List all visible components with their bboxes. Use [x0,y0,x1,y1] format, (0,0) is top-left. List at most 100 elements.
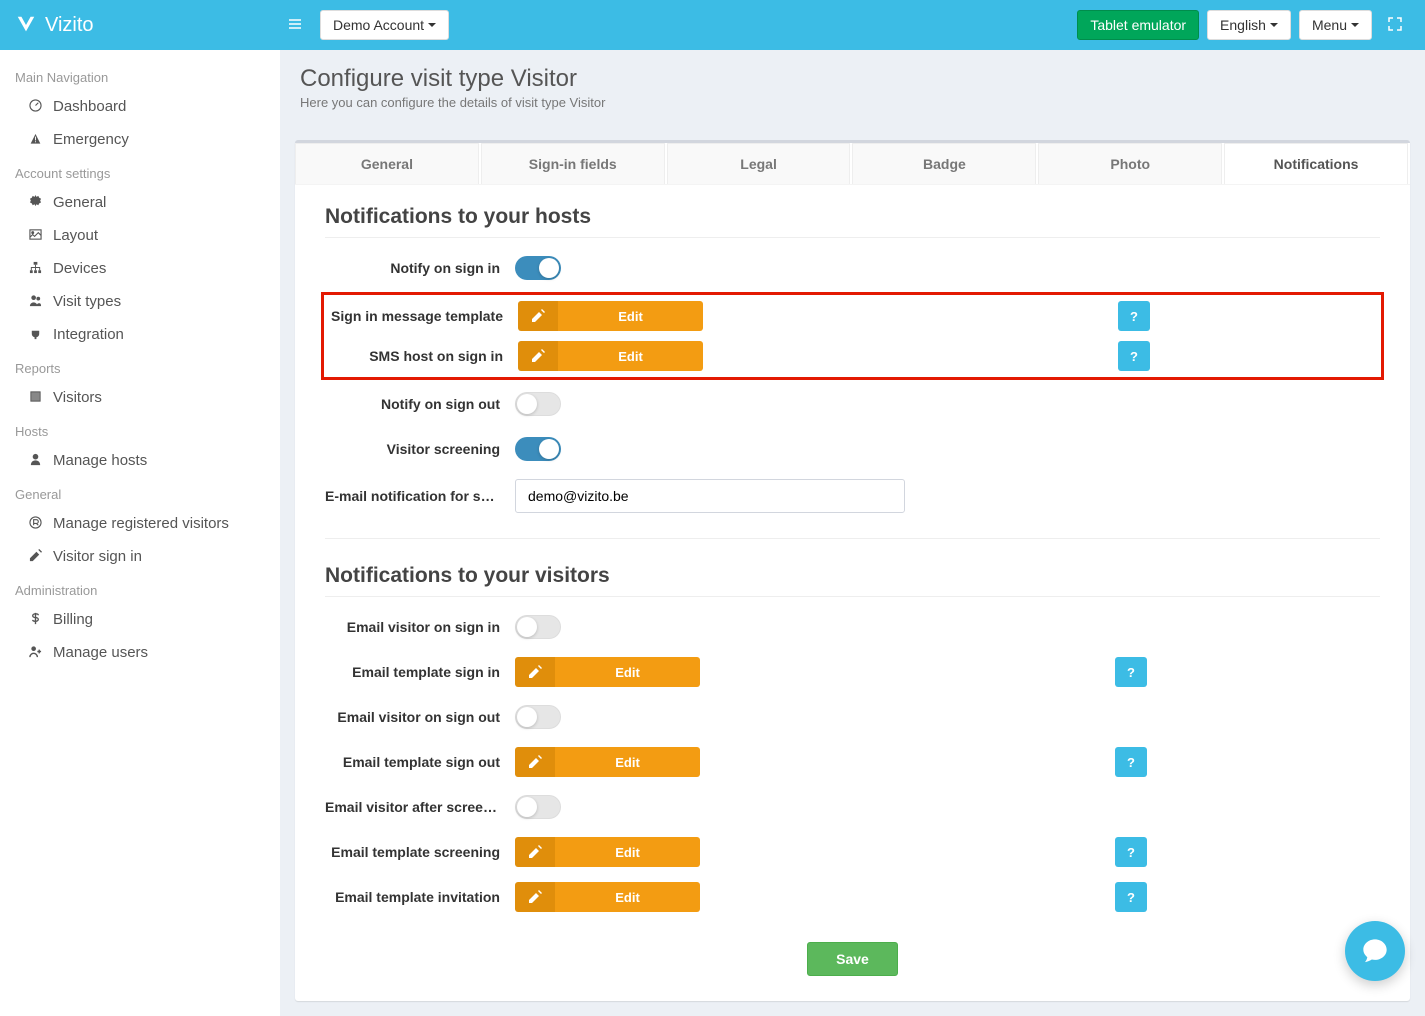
row-email-visitor-signout: Email visitor on sign out [325,702,1380,732]
sidebar-item-label: Dashboard [53,98,126,115]
tab-sign-in-fields[interactable]: Sign-in fields [481,143,665,184]
sidebar-item-label: General [53,194,106,211]
account-dropdown[interactable]: Demo Account [320,10,449,40]
registered-icon [25,516,45,532]
nav-header: Administration [0,573,280,603]
book-icon [25,390,45,406]
row-email-screening: E-mail notification for screen… [325,479,1380,513]
sidebar-item-visit-types[interactable]: Visit types [0,285,280,318]
edit-sms-host-button[interactable]: Edit [518,341,703,371]
expand-icon[interactable] [1380,9,1410,42]
edit-template-invitation-button[interactable]: Edit [515,882,700,912]
brand-text: Vizito [45,14,94,37]
sidebar-item-label: Visitors [53,389,102,406]
chat-icon [1361,937,1389,965]
chat-widget[interactable] [1345,921,1405,981]
row-email-visitor-signin: Email visitor on sign in [325,612,1380,642]
page-title: Configure visit type Visitor [300,65,1405,93]
nav-header: Hosts [0,414,280,444]
hamburger-icon[interactable] [280,9,310,42]
sidebar-item-manage-users[interactable]: Manage users [0,636,280,669]
tab-general[interactable]: General [295,143,479,184]
toggle-email-after-screening[interactable] [515,795,561,819]
sidebar-item-label: Layout [53,227,98,244]
edit-template-signin-button[interactable]: Edit [515,657,700,687]
sidebar-item-general[interactable]: General [0,186,280,219]
user-icon [25,453,45,469]
edit-template-screening-button[interactable]: Edit [515,837,700,867]
pencil-square-icon [515,747,555,777]
dashboard-icon [25,99,45,115]
row-template-invitation: Email template invitation Edit ? [325,882,1380,912]
row-notify-signout: Notify on sign out [325,389,1380,419]
sidebar-item-label: Visitor sign in [53,548,142,565]
tabs: GeneralSign-in fieldsLegalBadgePhotoNoti… [295,143,1410,185]
save-button[interactable]: Save [807,942,898,976]
toggle-notify-signin[interactable] [515,256,561,280]
sidebar-item-label: Manage registered visitors [53,515,229,532]
toggle-email-visitor-signout[interactable] [515,705,561,729]
sidebar-item-label: Integration [53,326,124,343]
edit-signin-template-button[interactable]: Edit [518,301,703,331]
sidebar-item-billing[interactable]: Billing [0,603,280,636]
warning-icon [25,132,45,148]
pencil-square-icon [515,657,555,687]
tab-badge[interactable]: Badge [852,143,1036,184]
topbar: Vizito Demo Account Tablet emulator Engl… [0,0,1425,50]
row-signin-template: Sign in message template Edit ? [328,301,1377,331]
sidebar-item-visitors[interactable]: Visitors [0,381,280,414]
menu-dropdown[interactable]: Menu [1299,10,1372,40]
sidebar-item-layout[interactable]: Layout [0,219,280,252]
highlighted-rows: Sign in message template Edit ? SMS host… [321,292,1384,380]
nav-header: Reports [0,351,280,381]
email-screening-input[interactable] [515,479,905,513]
language-dropdown[interactable]: English [1207,10,1291,40]
sitemap-icon [25,261,45,277]
edit-template-signout-button[interactable]: Edit [515,747,700,777]
row-notify-signin: Notify on sign in [325,253,1380,283]
sidebar-item-devices[interactable]: Devices [0,252,280,285]
user-plus-icon [25,645,45,661]
sidebar-item-label: Visit types [53,293,121,310]
sidebar-item-dashboard[interactable]: Dashboard [0,90,280,123]
help-button[interactable]: ? [1118,341,1150,371]
pencil-square-icon [515,837,555,867]
sidebar-item-label: Emergency [53,131,129,148]
sidebar-item-manage-registered-visitors[interactable]: Manage registered visitors [0,507,280,540]
toggle-email-visitor-signin[interactable] [515,615,561,639]
row-sms-host: SMS host on sign in Edit ? [328,341,1377,371]
pencil-icon [25,549,45,565]
toggle-notify-signout[interactable] [515,392,561,416]
help-button[interactable]: ? [1115,747,1147,777]
row-visitor-screening: Visitor screening [325,434,1380,464]
tab-notifications[interactable]: Notifications [1224,143,1408,184]
sidebar-item-visitor-sign-in[interactable]: Visitor sign in [0,540,280,573]
toggle-visitor-screening[interactable] [515,437,561,461]
help-button[interactable]: ? [1115,882,1147,912]
visitors-section-title: Notifications to your visitors [325,564,1380,597]
row-template-signout: Email template sign out Edit ? [325,747,1380,777]
hosts-section-title: Notifications to your hosts [325,205,1380,238]
plug-icon [25,327,45,343]
help-button[interactable]: ? [1115,837,1147,867]
tab-legal[interactable]: Legal [667,143,851,184]
users-icon [25,294,45,310]
divider [325,538,1380,539]
row-email-after-screening: Email visitor after screening [325,792,1380,822]
sidebar-item-label: Manage users [53,644,148,661]
sidebar-item-integration[interactable]: Integration [0,318,280,351]
help-button[interactable]: ? [1118,301,1150,331]
sidebar-item-manage-hosts[interactable]: Manage hosts [0,444,280,477]
caret-icon [428,23,436,27]
pencil-square-icon [518,341,558,371]
nav-header: Account settings [0,156,280,186]
tab-photo[interactable]: Photo [1038,143,1222,184]
brand-logo[interactable]: Vizito [15,14,280,37]
nav-header: Main Navigation [0,60,280,90]
help-button[interactable]: ? [1115,657,1147,687]
image-icon [25,228,45,244]
nav-header: General [0,477,280,507]
tablet-emulator-button[interactable]: Tablet emulator [1077,10,1199,40]
row-template-signin: Email template sign in Edit ? [325,657,1380,687]
sidebar-item-emergency[interactable]: Emergency [0,123,280,156]
